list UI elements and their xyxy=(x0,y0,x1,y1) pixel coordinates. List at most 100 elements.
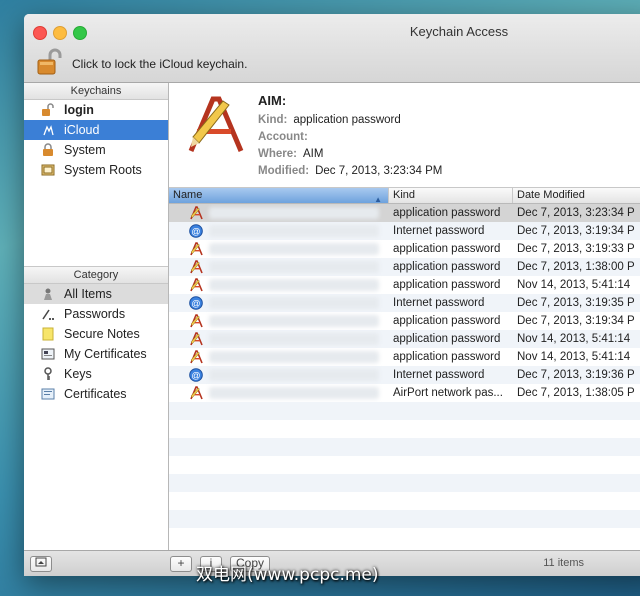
sidebar-item-system[interactable]: System xyxy=(24,140,168,160)
empty-row xyxy=(169,420,640,438)
svg-text:@: @ xyxy=(191,298,200,308)
date-modified-cell: Dec 7, 2013, 1:38:00 P xyxy=(517,261,635,273)
certificate-icon xyxy=(41,388,55,400)
table-empty-area xyxy=(169,402,640,546)
kind-cell: application password xyxy=(393,243,501,255)
internet-password-icon: @ xyxy=(189,224,203,238)
table-body: application password Dec 7, 2013, 3:23:34… xyxy=(169,204,640,402)
name-cell xyxy=(169,348,389,366)
name-cell xyxy=(169,276,389,294)
table-row[interactable]: application password Dec 7, 2013, 3:23:34… xyxy=(169,204,640,222)
column-header-label: Name xyxy=(173,189,203,201)
sidebar-item-label: Keys xyxy=(64,367,92,381)
modified-row: Modified: Dec 7, 2013, 3:23:34 PM xyxy=(258,165,442,177)
table-row[interactable]: @ Internet password Dec 7, 2013, 3:19:35 P xyxy=(169,294,640,312)
kind-cell: application password xyxy=(393,279,501,291)
sidebar-item-icloud[interactable]: iCloud xyxy=(24,120,168,140)
app-password-icon xyxy=(189,386,203,400)
internet-password-icon: @ xyxy=(189,368,203,382)
app-password-icon xyxy=(189,350,203,364)
unlocked-lock-icon[interactable] xyxy=(36,48,64,76)
category-header: Category xyxy=(24,266,168,284)
name-cell xyxy=(169,312,389,330)
table-row[interactable]: AirPort network pas... Dec 7, 2013, 1:38:… xyxy=(169,384,640,402)
lock-keychain-text[interactable]: Click to lock the iCloud keychain. xyxy=(72,57,247,71)
app-password-icon xyxy=(189,278,203,292)
name-cell xyxy=(169,330,389,348)
sidebar-item-my-certificates[interactable]: My Certificates xyxy=(24,344,168,364)
kind-cell: Internet password xyxy=(393,225,485,237)
table-row[interactable]: application password Dec 7, 2013, 1:38:00… xyxy=(169,258,640,276)
sidebar-item-passwords[interactable]: Passwords xyxy=(24,304,168,324)
column-header-kind[interactable]: Kind xyxy=(389,188,513,203)
sidebar-item-label: iCloud xyxy=(64,123,100,137)
svg-text:@: @ xyxy=(191,370,200,380)
name-cell xyxy=(169,240,389,258)
date-modified-cell: Dec 7, 2013, 3:19:34 P xyxy=(517,225,635,237)
password-dots-icon xyxy=(42,309,54,320)
table-row[interactable]: application password Dec 7, 2013, 3:19:33… xyxy=(169,240,640,258)
keychain-access-window: Keychain Access Click to lock the iCloud… xyxy=(24,14,640,576)
title-bar: Keychain Access Click to lock the iCloud… xyxy=(24,14,640,83)
add-item-button[interactable]: + xyxy=(170,556,192,572)
table-header: Name ▲ Kind Date Modified xyxy=(169,188,640,204)
table-row[interactable]: application password Nov 14, 2013, 5:41:1… xyxy=(169,348,640,366)
name-cell xyxy=(169,384,389,402)
empty-row xyxy=(169,456,640,474)
sidebar-item-label: System Roots xyxy=(64,163,142,177)
redacted-name xyxy=(209,315,379,327)
sidebar-item-secure-notes[interactable]: Secure Notes xyxy=(24,324,168,344)
kind-cell: Internet password xyxy=(393,369,485,381)
kind-label: Kind: xyxy=(258,114,288,126)
sidebar-item-system-roots[interactable]: System Roots xyxy=(24,160,168,180)
sidebar-item-certificates[interactable]: Certificates xyxy=(24,384,168,404)
sidebar-item-label: login xyxy=(64,103,94,117)
name-cell xyxy=(169,258,389,276)
app-password-icon xyxy=(189,260,203,274)
where-row: Where: AIM xyxy=(258,148,323,160)
table-row[interactable]: application password Dec 7, 2013, 3:19:34… xyxy=(169,312,640,330)
name-cell: @ xyxy=(169,366,389,384)
redacted-name xyxy=(209,297,379,309)
table-row[interactable]: @ Internet password Dec 7, 2013, 3:19:36 P xyxy=(169,366,640,384)
keychains-header: Keychains xyxy=(24,83,168,100)
empty-row xyxy=(169,528,640,546)
sidebar-item-label: My Certificates xyxy=(64,347,147,361)
column-header-date-modified[interactable]: Date Modified xyxy=(513,188,640,203)
redacted-name xyxy=(209,369,379,381)
note-icon xyxy=(42,327,54,341)
sidebar-item-all-items[interactable]: All Items xyxy=(24,284,168,304)
date-modified-cell: Dec 7, 2013, 3:19:33 P xyxy=(517,243,635,255)
app-password-icon xyxy=(189,206,203,220)
account-label: Account: xyxy=(258,131,308,143)
certificate-icon xyxy=(41,348,55,360)
item-detail-pane: AIM: Kind: application password Account: … xyxy=(169,83,640,188)
redacted-name xyxy=(209,243,379,255)
table-row[interactable]: application password Nov 14, 2013, 5:41:1… xyxy=(169,330,640,348)
redacted-name xyxy=(209,279,379,291)
kind-cell: AirPort network pas... xyxy=(393,387,503,399)
icloud-keychain-icon xyxy=(43,125,54,136)
kind-value: application password xyxy=(293,114,401,126)
column-header-name[interactable]: Name ▲ xyxy=(169,188,389,204)
kind-cell: application password xyxy=(393,351,501,363)
redacted-name xyxy=(209,207,379,219)
kind-cell: Internet password xyxy=(393,297,485,309)
app-password-icon xyxy=(189,332,203,346)
table-row[interactable]: @ Internet password Dec 7, 2013, 3:19:34 P xyxy=(169,222,640,240)
empty-row xyxy=(169,474,640,492)
sidebar-item-label: Certificates xyxy=(64,387,127,401)
sidebar-item-login[interactable]: login xyxy=(24,100,168,120)
table-row[interactable]: application password Nov 14, 2013, 5:41:1… xyxy=(169,276,640,294)
kind-cell: application password xyxy=(393,207,501,219)
kind-cell: application password xyxy=(393,315,501,327)
sidebar-item-label: Passwords xyxy=(64,307,126,321)
sidebar-item-keys[interactable]: Keys xyxy=(24,364,168,384)
kind-cell: application password xyxy=(393,333,501,345)
date-modified-cell: Dec 7, 2013, 3:19:35 P xyxy=(517,297,635,309)
app-password-icon xyxy=(189,242,203,256)
modified-label: Modified: xyxy=(258,165,310,177)
empty-row xyxy=(169,402,640,420)
date-modified-cell: Nov 14, 2013, 5:41:14 xyxy=(517,351,631,363)
toggle-sidebar-button[interactable] xyxy=(30,556,52,572)
